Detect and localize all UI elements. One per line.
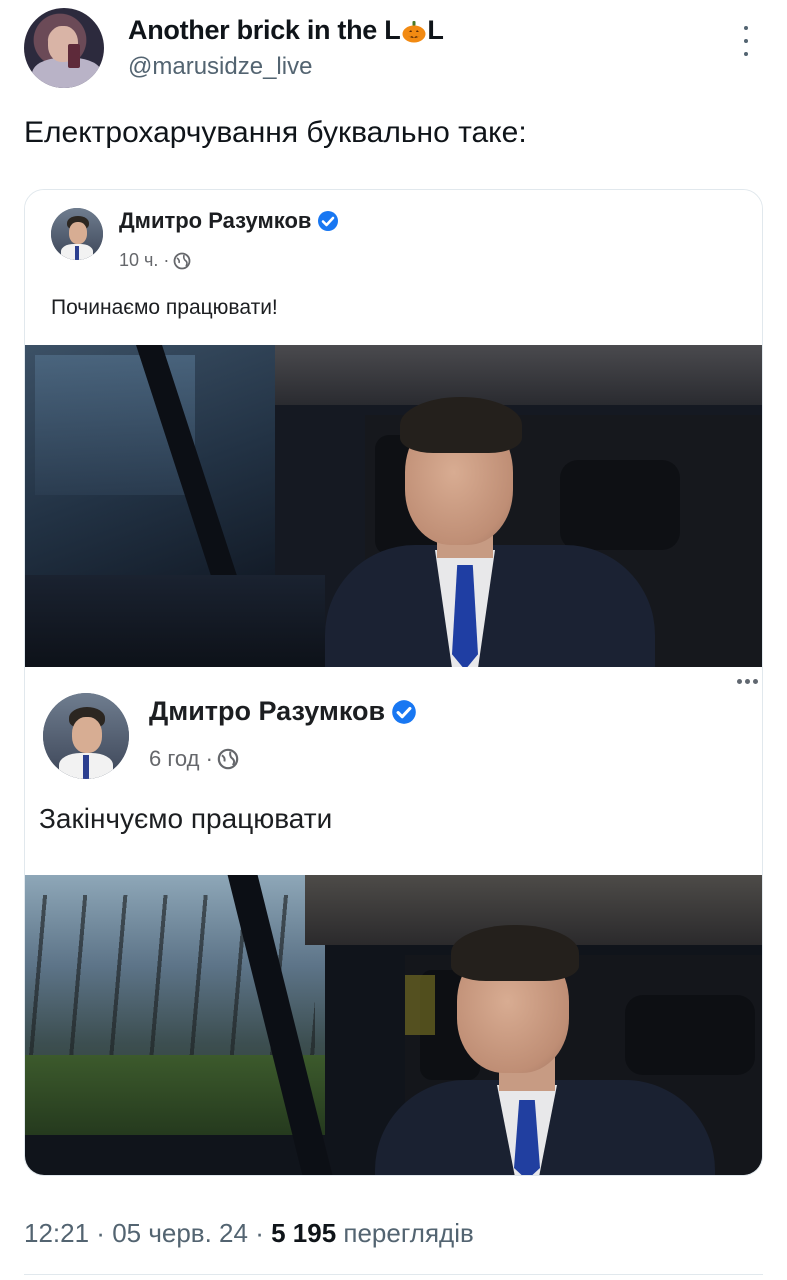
headrest xyxy=(625,995,755,1075)
car-door xyxy=(25,575,325,667)
car-photo-end xyxy=(25,875,762,1175)
avatar-glass xyxy=(68,44,80,68)
fb-post-header-2: Дмитро Разумков 6 год · Закінчуємо працю… xyxy=(25,667,762,875)
author-avatar[interactable] xyxy=(24,8,104,88)
car-roof xyxy=(275,345,762,405)
fb-avatar xyxy=(43,693,129,779)
fb-author-name: Дмитро Разумков xyxy=(149,696,417,727)
headrest xyxy=(560,460,680,550)
avatar-body xyxy=(32,58,102,88)
divider xyxy=(24,1274,763,1275)
verified-icon xyxy=(392,699,416,724)
seat-belt-yellow xyxy=(405,975,435,1035)
separator: · xyxy=(247,1218,272,1248)
verified-icon xyxy=(318,211,339,231)
fb-post-time: 6 год · xyxy=(149,746,239,772)
more-options-icon[interactable] xyxy=(737,679,758,684)
tweet-page: Another brick in the L L @marusidze_live… xyxy=(0,0,787,1280)
display-name-suffix: L xyxy=(427,15,444,45)
pumpkin-icon xyxy=(402,20,426,42)
author-handle[interactable]: @marusidze_live xyxy=(128,53,312,81)
person-hair xyxy=(451,925,579,981)
vertical-dots-icon[interactable] xyxy=(738,26,754,56)
fb-post-text: Закінчуємо працювати xyxy=(39,803,333,834)
fb-author-name: Дмитро Разумков xyxy=(119,208,339,234)
tweet-footer: 12:21 · 05 черв. 24 · 5 195 переглядів xyxy=(24,1218,474,1249)
display-name-prefix: Another brick in the L xyxy=(128,15,401,45)
views-label: переглядів xyxy=(336,1218,474,1248)
tweet-media[interactable]: Дмитро Разумков 10 ч. · Починаємо працюв… xyxy=(24,189,763,1176)
separator: · xyxy=(89,1218,113,1248)
fb-post-text: Починаємо працювати! xyxy=(51,296,278,319)
tweet-time[interactable]: 12:21 xyxy=(24,1218,89,1248)
fb-post-header-1: Дмитро Разумков 10 ч. · Починаємо працюв… xyxy=(25,190,762,345)
car-photo-start xyxy=(25,345,762,667)
globe-icon xyxy=(217,748,239,770)
views-count: 5 195 xyxy=(271,1218,337,1248)
author-display-name[interactable]: Another brick in the L L xyxy=(128,15,444,46)
globe-icon xyxy=(174,252,191,269)
fb-avatar xyxy=(51,208,103,260)
tweet-text: Електрохарчування буквально таке: xyxy=(24,116,527,149)
tweet-date[interactable]: 05 черв. 24 xyxy=(112,1218,248,1248)
person-hair xyxy=(400,397,522,453)
fb-post-time: 10 ч. · xyxy=(119,250,191,271)
